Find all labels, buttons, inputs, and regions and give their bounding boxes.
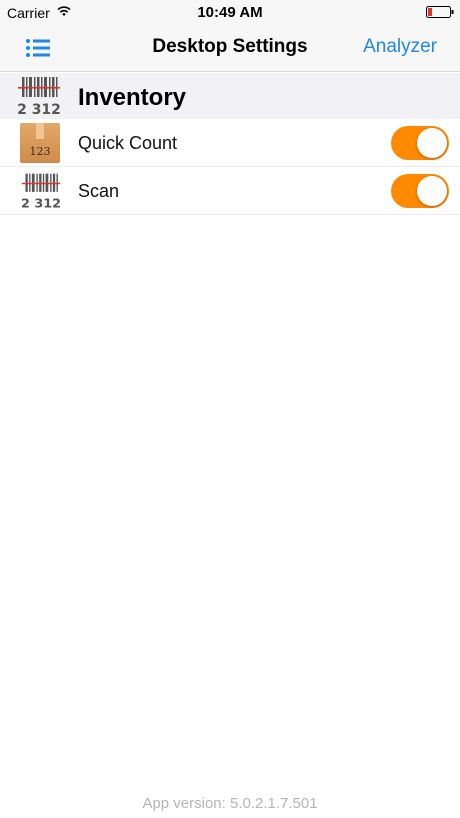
toggle-knob [417, 176, 447, 206]
navigation-bar: Desktop Settings Analyzer [0, 26, 460, 72]
clock: 10:49 AM [197, 4, 263, 21]
screen: Carrier 10:49 AM Desktop Settings Analyz… [0, 0, 460, 818]
box-body: 123 [20, 123, 60, 163]
scan-toggle[interactable] [391, 174, 449, 208]
section-header-inventory: 2 312 Inventory [0, 73, 460, 119]
toggle-knob [417, 128, 447, 158]
analyzer-button[interactable]: Analyzer [363, 36, 437, 58]
barcode-digits: 2 312 [21, 196, 61, 211]
row-label: Quick Count [78, 133, 178, 153]
row-label: Scan [78, 181, 120, 201]
box-icon: 123 [20, 123, 62, 163]
status-bar: Carrier 10:49 AM [0, 0, 460, 26]
box-digits: 123 [29, 145, 51, 158]
list-item-scan[interactable]: 2 312 Scan [0, 167, 460, 215]
barcode-digits: 2 312 [17, 102, 61, 117]
app-version-label: App version: 5.0.2.1.7.501 [142, 795, 318, 812]
box-tape [36, 123, 44, 139]
section-title: Inventory [78, 84, 187, 111]
list-item-quick-count[interactable]: 123 Quick Count [0, 119, 460, 167]
barcode-icon: 2 312 [17, 77, 61, 117]
barcode-icon: 2 312 [21, 173, 61, 211]
battery-icon [426, 6, 454, 18]
quick-count-toggle[interactable] [391, 126, 449, 160]
